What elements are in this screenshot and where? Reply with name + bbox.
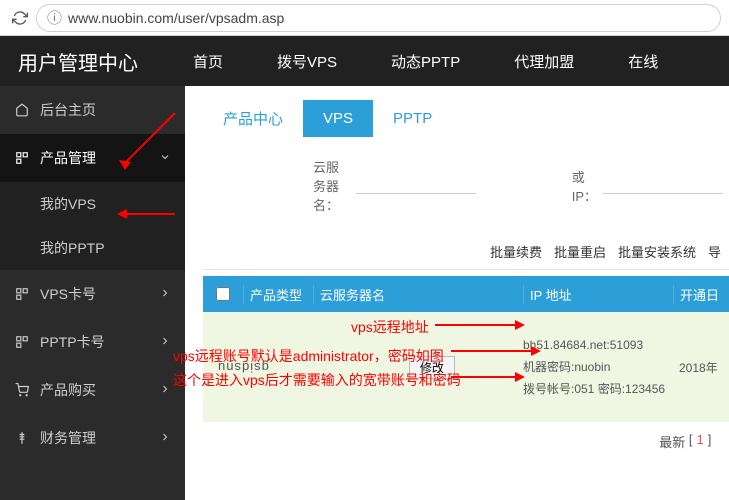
refresh-icon[interactable] (8, 6, 32, 30)
sidebar-item-finance[interactable]: 财务管理 (0, 414, 185, 462)
chevron-right-icon (159, 286, 171, 302)
sidebar-item-label: 产品购买 (40, 380, 96, 400)
sidebar-item-products[interactable]: 产品管理 (0, 134, 185, 182)
search-ip-label: 或IP： (572, 167, 597, 205)
batch-restart[interactable]: 批量重启 (554, 242, 606, 261)
tab-vps[interactable]: VPS (303, 100, 373, 137)
nav-pptp[interactable]: 动态PPTP (391, 51, 460, 72)
batch-export[interactable]: 导 (708, 242, 721, 261)
site-title: 用户管理中心 (18, 47, 138, 76)
th-name: 云服务器名 (313, 285, 523, 304)
top-header: 用户管理中心 首页 拨号VPS 动态PPTP 代理加盟 在线 (0, 36, 729, 86)
table-row: gsidsnu 修改 bh51.84684.net:51093 机器密码:nuo… (203, 312, 729, 422)
table-header: 产品类型 云服务器名 IP 地址 开通日 (203, 276, 729, 312)
sidebar-item-label: 我的PPTP (40, 238, 105, 258)
chevron-right-icon (159, 334, 171, 350)
url-text: www.nuobin.com/user/vpsadm.asp (68, 10, 284, 26)
row-open-date: 2018年 (673, 334, 729, 400)
th-date: 开通日 (673, 285, 729, 304)
tab-product-center[interactable]: 产品中心 (203, 98, 303, 139)
address-bar[interactable]: ⓘ www.nuobin.com/user/vpsadm.asp (36, 4, 721, 32)
row-ip-address: bh51.84684.net:51093 (523, 334, 673, 356)
th-ip: IP 地址 (523, 285, 673, 304)
select-all-checkbox[interactable] (216, 287, 230, 301)
home-icon (14, 102, 30, 118)
grid-icon (14, 150, 30, 166)
search-name-input[interactable] (356, 178, 476, 194)
cart-icon (14, 382, 30, 398)
sidebar-item-label: 我的VPS (40, 194, 96, 214)
pager-page-1[interactable]: 1 (697, 432, 704, 451)
batch-install[interactable]: 批量安装系统 (618, 242, 696, 261)
nav-agent[interactable]: 代理加盟 (514, 51, 574, 72)
search-row: 云服务器名： 或IP： (203, 157, 729, 214)
sidebar-sub-mypptp[interactable]: 我的PPTP (0, 226, 185, 270)
row-dial-account: 拨号帐号:051 密码:123456 (523, 378, 673, 400)
batch-renew[interactable]: 批量续费 (490, 242, 542, 261)
content-area: 产品中心 VPS PPTP 云服务器名： 或IP： 批量续费 批量重启 批量安装… (185, 86, 729, 500)
tab-pptp[interactable]: PPTP (373, 100, 452, 137)
sidebar-sub-myvps[interactable]: 我的VPS (0, 182, 185, 226)
search-ip-input[interactable] (603, 178, 723, 194)
money-icon (14, 430, 30, 446)
sidebar-item-label: 财务管理 (40, 428, 96, 448)
row-server-name: gsidsnu (217, 360, 269, 375)
search-name-label: 云服务器名： (313, 157, 350, 214)
nav-vps[interactable]: 拨号VPS (277, 51, 337, 72)
sidebar-item-buy[interactable]: 产品购买 (0, 366, 185, 414)
nav-online[interactable]: 在线 (628, 51, 658, 72)
sidebar-item-vpscard[interactable]: VPS卡号 (0, 270, 185, 318)
sidebar: 后台主页 产品管理 我的VPS 我的PPTP VPS卡号 (0, 86, 185, 500)
sidebar-item-dashboard[interactable]: 后台主页 (0, 86, 185, 134)
pager-latest[interactable]: 最新 (659, 432, 685, 451)
grid-icon (14, 286, 30, 302)
pager: 最新 [1] (203, 422, 729, 451)
content-tabs: 产品中心 VPS PPTP (203, 98, 729, 139)
chevron-right-icon (159, 430, 171, 446)
nav-home[interactable]: 首页 (193, 51, 223, 72)
sidebar-item-pptpcard[interactable]: PPTP卡号 (0, 318, 185, 366)
sidebar-item-label: PPTP卡号 (40, 332, 105, 352)
grid-icon (14, 334, 30, 350)
th-type: 产品类型 (243, 285, 313, 304)
row-machine-password: 机器密码:nuobin (523, 356, 673, 378)
chevron-down-icon (159, 150, 171, 166)
batch-actions: 批量续费 批量重启 批量安装系统 导 (203, 242, 729, 270)
sidebar-item-label: 产品管理 (40, 148, 96, 168)
chevron-right-icon (159, 382, 171, 398)
edit-button[interactable]: 修改 (409, 356, 455, 379)
info-icon: ⓘ (47, 7, 62, 28)
sidebar-item-label: 后台主页 (40, 100, 96, 120)
sidebar-item-label: VPS卡号 (40, 284, 96, 304)
